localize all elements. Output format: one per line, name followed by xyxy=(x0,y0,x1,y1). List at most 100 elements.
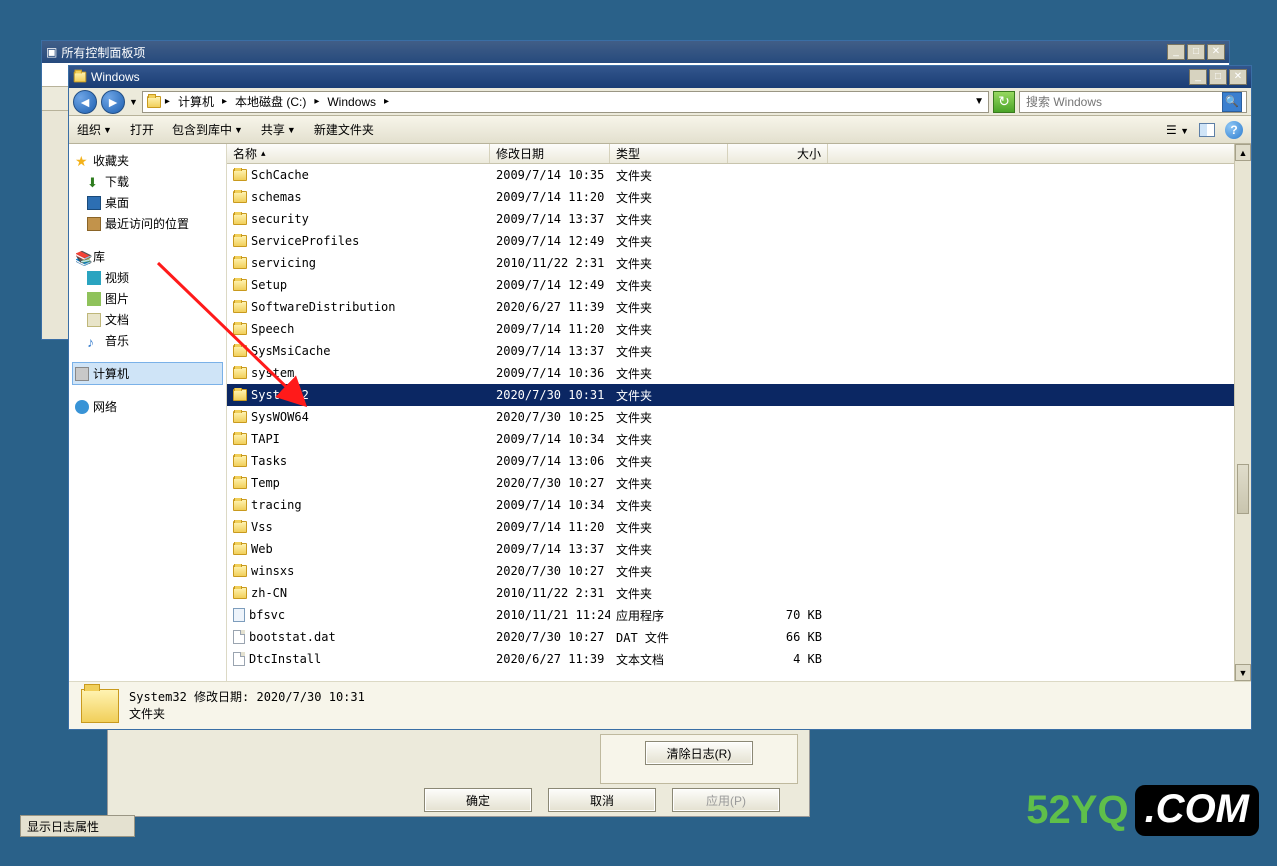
file-name-cell[interactable]: SysWOW64 xyxy=(227,410,490,424)
explorer-maximize-button[interactable]: □ xyxy=(1209,69,1227,85)
close-button[interactable]: ✕ xyxy=(1207,44,1225,60)
sidebar-downloads[interactable]: ⬇下载 xyxy=(73,171,222,192)
ok-button[interactable]: 确定 xyxy=(424,788,532,812)
maximize-button[interactable]: □ xyxy=(1187,44,1205,60)
refresh-button[interactable]: ↻ xyxy=(993,91,1015,113)
file-row[interactable]: system2009/7/14 10:36文件夹 xyxy=(227,362,1251,384)
file-row[interactable]: SchCache2009/7/14 10:35文件夹 xyxy=(227,164,1251,186)
file-name-cell[interactable]: system xyxy=(227,366,490,380)
file-name-cell[interactable]: tracing xyxy=(227,498,490,512)
file-name-cell[interactable]: bfsvc xyxy=(227,608,490,622)
chevron-right-icon[interactable]: ▸ xyxy=(384,96,389,107)
breadcrumb-dropdown-icon[interactable]: ▼ xyxy=(974,96,984,107)
share-menu[interactable]: 共享▼ xyxy=(261,121,296,138)
sidebar-pictures[interactable]: 图片 xyxy=(73,288,222,309)
file-name-cell[interactable]: winsxs xyxy=(227,564,490,578)
explorer-titlebar[interactable]: Windows _ □ ✕ xyxy=(69,66,1251,88)
file-name-cell[interactable]: Speech xyxy=(227,322,490,336)
sidebar-desktop[interactable]: 桌面 xyxy=(73,192,222,213)
scroll-down-button[interactable]: ▼ xyxy=(1235,664,1251,681)
file-row[interactable]: DtcInstall2020/6/27 11:39文本文档4 KB xyxy=(227,648,1251,670)
file-name-cell[interactable]: Web xyxy=(227,542,490,556)
explorer-minimize-button[interactable]: _ xyxy=(1189,69,1207,85)
preview-pane-button[interactable] xyxy=(1199,123,1215,137)
file-name-cell[interactable]: Vss xyxy=(227,520,490,534)
history-dropdown-icon[interactable]: ▼ xyxy=(129,97,138,107)
sidebar-computer[interactable]: 计算机 xyxy=(73,363,222,384)
file-row[interactable]: Speech2009/7/14 11:20文件夹 xyxy=(227,318,1251,340)
clear-log-button[interactable]: 清除日志(R) xyxy=(645,741,753,765)
file-name-cell[interactable]: servicing xyxy=(227,256,490,270)
sidebar-videos[interactable]: 视频 xyxy=(73,267,222,288)
col-size[interactable]: 大小 xyxy=(728,144,828,163)
col-name[interactable]: 名称▴ xyxy=(227,144,490,163)
file-row[interactable]: winsxs2020/7/30 10:27文件夹 xyxy=(227,560,1251,582)
sidebar-recent[interactable]: 最近访问的位置 xyxy=(73,213,222,234)
file-name-cell[interactable]: bootstat.dat xyxy=(227,630,490,644)
file-name-cell[interactable]: DtcInstall xyxy=(227,652,490,666)
sidebar-libraries[interactable]: 📚库 xyxy=(73,246,222,267)
file-row[interactable]: Setup2009/7/14 12:49文件夹 xyxy=(227,274,1251,296)
help-icon[interactable]: ? xyxy=(1225,121,1243,139)
file-name-cell[interactable]: TAPI xyxy=(227,432,490,446)
forward-button[interactable]: ► xyxy=(101,90,125,114)
file-row[interactable]: SysMsiCache2009/7/14 13:37文件夹 xyxy=(227,340,1251,362)
file-row[interactable]: security2009/7/14 13:37文件夹 xyxy=(227,208,1251,230)
file-name-cell[interactable]: schemas xyxy=(227,190,490,204)
file-name-cell[interactable]: security xyxy=(227,212,490,226)
file-row[interactable]: tracing2009/7/14 10:34文件夹 xyxy=(227,494,1251,516)
file-row[interactable]: SoftwareDistribution2020/6/27 11:39文件夹 xyxy=(227,296,1251,318)
file-name-cell[interactable]: Tasks xyxy=(227,454,490,468)
sidebar-network[interactable]: 网络 xyxy=(73,396,222,417)
file-type-cell: 文件夹 xyxy=(610,211,728,228)
file-row[interactable]: ServiceProfiles2009/7/14 12:49文件夹 xyxy=(227,230,1251,252)
file-row[interactable]: Web2009/7/14 13:37文件夹 xyxy=(227,538,1251,560)
file-row[interactable]: SysWOW642020/7/30 10:25文件夹 xyxy=(227,406,1251,428)
file-name-cell[interactable]: ServiceProfiles xyxy=(227,234,490,248)
chevron-right-icon[interactable]: ▸ xyxy=(165,96,170,107)
file-row[interactable]: schemas2009/7/14 11:20文件夹 xyxy=(227,186,1251,208)
file-row[interactable]: System322020/7/30 10:31文件夹 xyxy=(227,384,1251,406)
file-name-cell[interactable]: SchCache xyxy=(227,168,490,182)
sidebar-music[interactable]: ♪音乐 xyxy=(73,330,222,351)
view-options-button[interactable]: ☰ ▼ xyxy=(1166,123,1189,137)
cancel-button[interactable]: 取消 xyxy=(548,788,656,812)
breadcrumb-bar[interactable]: ▸ 计算机 ▸ 本地磁盘 (C:) ▸ Windows ▸ ▼ xyxy=(142,91,989,113)
chevron-right-icon[interactable]: ▸ xyxy=(314,96,319,107)
file-row[interactable]: zh-CN2010/11/22 2:31文件夹 xyxy=(227,582,1251,604)
file-row[interactable]: bfsvc2010/11/21 11:24应用程序70 KB xyxy=(227,604,1251,626)
scroll-up-button[interactable]: ▲ xyxy=(1235,144,1251,161)
include-library-menu[interactable]: 包含到库中▼ xyxy=(172,121,243,138)
col-date[interactable]: 修改日期 xyxy=(490,144,610,163)
breadcrumb-computer[interactable]: 计算机 xyxy=(174,93,218,110)
file-row[interactable]: Vss2009/7/14 11:20文件夹 xyxy=(227,516,1251,538)
file-row[interactable]: TAPI2009/7/14 10:34文件夹 xyxy=(227,428,1251,450)
file-name-cell[interactable]: SysMsiCache xyxy=(227,344,490,358)
scroll-thumb[interactable] xyxy=(1237,464,1249,514)
vertical-scrollbar[interactable]: ▲ ▼ xyxy=(1234,144,1251,681)
file-name-cell[interactable]: Setup xyxy=(227,278,490,292)
back-button[interactable]: ◄ xyxy=(73,90,97,114)
sidebar-favorites[interactable]: ★收藏夹 xyxy=(73,150,222,171)
search-icon[interactable]: 🔍 xyxy=(1222,92,1242,112)
file-row[interactable]: Tasks2009/7/14 13:06文件夹 xyxy=(227,450,1251,472)
organize-menu[interactable]: 组织▼ xyxy=(77,121,112,138)
chevron-right-icon[interactable]: ▸ xyxy=(222,96,227,107)
search-input[interactable] xyxy=(1024,94,1222,110)
file-row[interactable]: bootstat.dat2020/7/30 10:27DAT 文件66 KB xyxy=(227,626,1251,648)
file-name-cell[interactable]: System32 xyxy=(227,388,490,402)
file-name-cell[interactable]: zh-CN xyxy=(227,586,490,600)
col-type[interactable]: 类型 xyxy=(610,144,728,163)
new-folder-button[interactable]: 新建文件夹 xyxy=(314,121,374,138)
explorer-close-button[interactable]: ✕ xyxy=(1229,69,1247,85)
file-row[interactable]: Temp2020/7/30 10:27文件夹 xyxy=(227,472,1251,494)
file-row[interactable]: servicing2010/11/22 2:31文件夹 xyxy=(227,252,1251,274)
search-box[interactable]: 🔍 xyxy=(1019,91,1247,113)
file-name-cell[interactable]: SoftwareDistribution xyxy=(227,300,490,314)
breadcrumb-folder[interactable]: Windows xyxy=(323,95,380,109)
open-button[interactable]: 打开 xyxy=(130,121,154,138)
minimize-button[interactable]: _ xyxy=(1167,44,1185,60)
breadcrumb-drive[interactable]: 本地磁盘 (C:) xyxy=(231,93,310,110)
sidebar-documents[interactable]: 文档 xyxy=(73,309,222,330)
file-name-cell[interactable]: Temp xyxy=(227,476,490,490)
